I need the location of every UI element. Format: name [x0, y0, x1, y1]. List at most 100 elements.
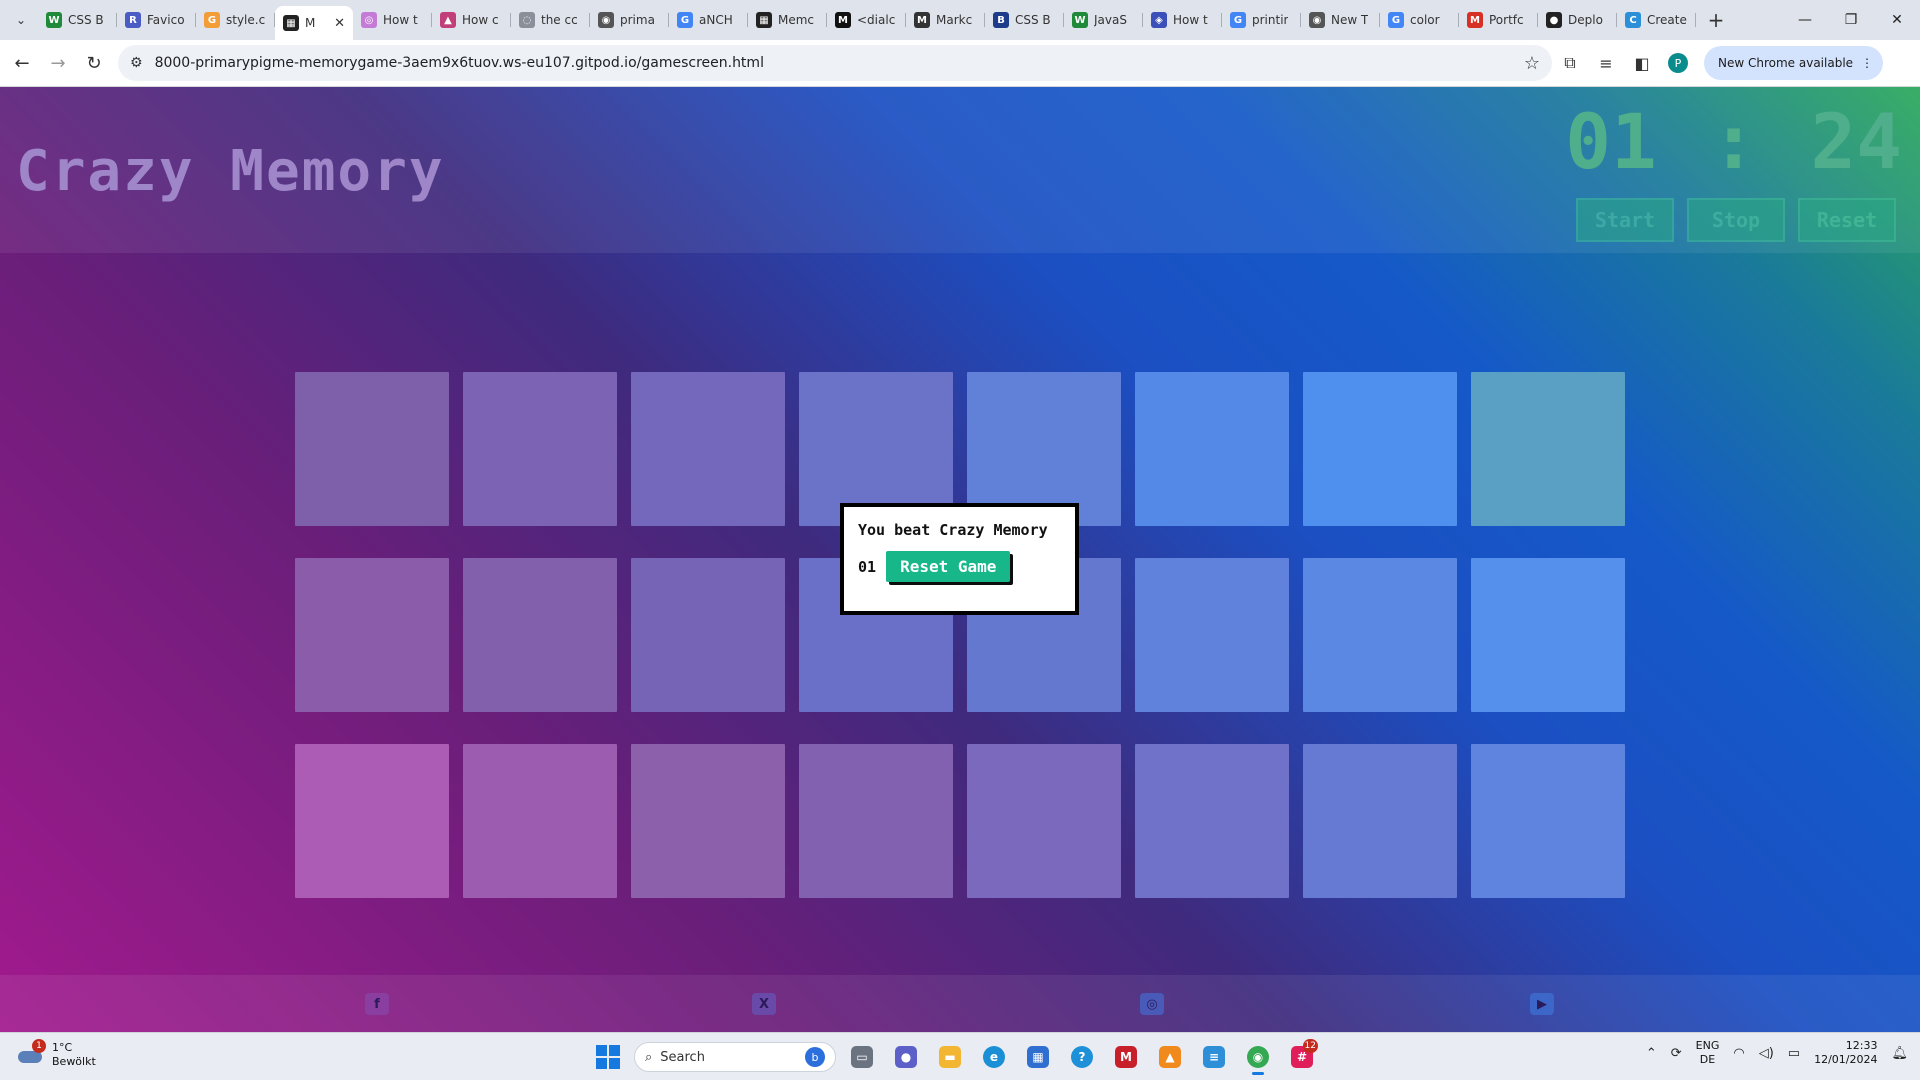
windows-start-button[interactable]: [590, 1039, 626, 1075]
bookmark-star-icon[interactable]: ☆: [1524, 53, 1540, 74]
side-panel-button[interactable]: ◧: [1624, 45, 1660, 81]
browser-tab[interactable]: ▦ M ✕: [275, 6, 353, 40]
browser-tab[interactable]: ◌ the cc: [511, 5, 590, 35]
new-tab-button[interactable]: +: [1702, 6, 1730, 34]
sync-icon[interactable]: ⟳: [1671, 1046, 1682, 1061]
browser-tab[interactable]: ◉ prima: [590, 5, 669, 35]
puzzle-icon: ⧉: [1564, 53, 1576, 72]
instagram-icon[interactable]: ◎: [1140, 993, 1164, 1015]
clock[interactable]: 12:33 12/01/2024: [1814, 1039, 1877, 1067]
browser-tab[interactable]: ◉ New T: [1301, 5, 1380, 35]
reset-button[interactable]: Reset: [1798, 198, 1896, 242]
reload-button[interactable]: ↻: [76, 45, 112, 81]
shield-icon: M: [1115, 1046, 1137, 1068]
notification-bell-icon[interactable]: 🔔︎: [1891, 1046, 1908, 1061]
browser-tab[interactable]: ▲ How c: [432, 5, 511, 35]
notepad-app[interactable]: ≡: [1196, 1039, 1232, 1075]
x-twitter-icon[interactable]: X: [752, 993, 776, 1015]
site-info-icon[interactable]: ⚙: [130, 55, 143, 71]
browser-tab[interactable]: Gcolor: [1380, 5, 1459, 35]
help-app[interactable]: ?: [1064, 1039, 1100, 1075]
browser-tab[interactable]: Gstyle.c: [196, 5, 275, 35]
start-button[interactable]: Start: [1576, 198, 1674, 242]
taskbar-search[interactable]: ⌕ Search b: [634, 1042, 836, 1072]
address-bar[interactable]: ⚙ 8000-primarypigme-memorygame-3aem9x6tu…: [118, 45, 1552, 81]
maximize-button[interactable]: ❐: [1828, 0, 1874, 40]
chrome-update-button[interactable]: New Chrome available ⋮: [1704, 46, 1884, 80]
close-window-button[interactable]: ✕: [1874, 0, 1920, 40]
tab-favicon-icon: ◈: [1151, 12, 1167, 28]
battery-icon[interactable]: ▭: [1788, 1046, 1800, 1061]
chevron-up-icon[interactable]: ⌃: [1646, 1046, 1657, 1061]
weather-badge: 1: [32, 1039, 46, 1053]
task-view-button[interactable]: ▭: [844, 1039, 880, 1075]
stop-button[interactable]: Stop: [1687, 198, 1785, 242]
memory-card[interactable]: [463, 372, 617, 526]
weather-widget[interactable]: 1 1°C Bewölkt: [16, 1039, 96, 1069]
tab-favicon-icon: G: [1388, 12, 1404, 28]
volume-icon[interactable]: ◁): [1759, 1046, 1774, 1061]
memory-card[interactable]: [1303, 372, 1457, 526]
memory-card[interactable]: [295, 744, 449, 898]
extensions-button[interactable]: ⧉: [1552, 45, 1588, 81]
memory-card[interactable]: [463, 558, 617, 712]
browser-tab[interactable]: Gprintir: [1222, 5, 1301, 35]
game-header: Crazy Memory 01 : 24 Start Stop Reset: [0, 87, 1920, 253]
memory-card[interactable]: [631, 558, 785, 712]
browser-tab[interactable]: W JavaS: [1064, 5, 1143, 35]
tab-title: prima: [620, 13, 655, 27]
youtube-icon[interactable]: ▶: [1530, 993, 1554, 1015]
profile-button[interactable]: P: [1660, 45, 1696, 81]
media-controls-button[interactable]: ≡: [1588, 45, 1624, 81]
browser-tab[interactable]: W CSS B: [38, 5, 117, 35]
memory-card[interactable]: [1471, 744, 1625, 898]
tab-search-button[interactable]: ⌄: [4, 5, 38, 35]
teams-app[interactable]: ●: [888, 1039, 924, 1075]
memory-card[interactable]: [631, 744, 785, 898]
memory-card[interactable]: [1303, 744, 1457, 898]
back-button[interactable]: ←: [4, 45, 40, 81]
browser-tab[interactable]: R Favico: [117, 5, 196, 35]
browser-tab[interactable]: M Portfc: [1459, 5, 1538, 35]
memory-card[interactable]: [799, 744, 953, 898]
file-explorer-app[interactable]: ▬: [932, 1039, 968, 1075]
memory-card[interactable]: [1471, 372, 1625, 526]
tab-close-icon[interactable]: ✕: [334, 16, 345, 31]
forward-button[interactable]: →: [40, 45, 76, 81]
memory-card[interactable]: [1135, 372, 1289, 526]
tab-title: aNCH: [699, 13, 733, 27]
language-indicator[interactable]: ENG DE: [1696, 1039, 1720, 1067]
minimize-button[interactable]: —: [1782, 0, 1828, 40]
browser-tab[interactable]: GaNCH: [669, 5, 748, 35]
slack-app[interactable]: #12: [1284, 1039, 1320, 1075]
mcafee-app[interactable]: M: [1108, 1039, 1144, 1075]
browser-tab[interactable]: M Markc: [906, 5, 985, 35]
browser-tab[interactable]: ◎ How t: [353, 5, 432, 35]
memory-card[interactable]: [1303, 558, 1457, 712]
edge-app[interactable]: e: [976, 1039, 1012, 1075]
reset-game-button[interactable]: Reset Game: [886, 551, 1011, 582]
memory-card[interactable]: [295, 372, 449, 526]
url-text[interactable]: 8000-primarypigme-memorygame-3aem9x6tuov…: [155, 55, 1524, 71]
store-app[interactable]: ▦: [1020, 1039, 1056, 1075]
memory-card[interactable]: [1135, 558, 1289, 712]
facebook-icon[interactable]: f: [365, 993, 389, 1015]
browser-tab[interactable]: C Create: [1617, 5, 1696, 35]
memory-card[interactable]: [295, 558, 449, 712]
memory-card[interactable]: [967, 744, 1121, 898]
browser-tab[interactable]: M <dialc: [827, 5, 906, 35]
wifi-icon[interactable]: ◠: [1733, 1046, 1744, 1061]
memory-card[interactable]: [631, 372, 785, 526]
vlc-app[interactable]: ▲: [1152, 1039, 1188, 1075]
memory-card[interactable]: [463, 744, 617, 898]
chrome-app[interactable]: ◉: [1240, 1039, 1276, 1075]
browser-tab[interactable]: ● Deplo: [1538, 5, 1617, 35]
memory-card[interactable]: [1135, 744, 1289, 898]
browser-tab[interactable]: B CSS B: [985, 5, 1064, 35]
memory-card[interactable]: [1471, 558, 1625, 712]
browser-tab[interactable]: ◈ How t: [1143, 5, 1222, 35]
tab-title: How t: [383, 13, 418, 27]
dialog-actions: 01 Reset Game: [858, 551, 1061, 582]
browser-tab[interactable]: ▦ Memc: [748, 5, 827, 35]
game-timer: 01 : 24: [1565, 97, 1902, 186]
